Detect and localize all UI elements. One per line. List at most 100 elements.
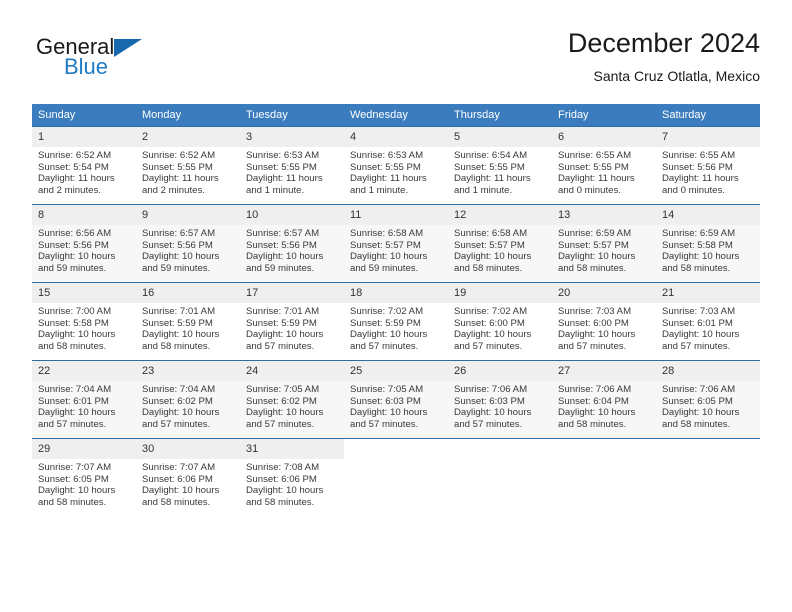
sunset-text: Sunset: 6:03 PM [350, 395, 421, 407]
day-details: Sunrise: 7:02 AM Sunset: 6:00 PM Daylight:… [448, 303, 552, 352]
calendar-day-cell[interactable]: 15 Sunrise: 7:00 AM Sunset: 5:58 PM Dayligh… [32, 282, 136, 361]
calendar-day-cell-empty [656, 438, 760, 517]
day-details: Sunrise: 7:06 AM Sunset: 6:03 PM Daylight:… [448, 381, 552, 430]
brand-logo[interactable]: General Blue [36, 34, 236, 92]
sunset-text: Sunset: 6:00 PM [454, 317, 525, 329]
sunrise-text: Sunrise: 7:03 AM [558, 306, 632, 317]
calendar-day-cell[interactable]: 5 Sunrise: 6:54 AM Sunset: 5:55 PM Daylight… [448, 126, 552, 205]
sunrise-text: Sunrise: 7:07 AM [38, 462, 112, 473]
day-details: Sunrise: 6:59 AM Sunset: 5:57 PM Daylight:… [552, 225, 656, 274]
calendar-day-cell[interactable]: 2 Sunrise: 6:52 AM Sunset: 5:55 PM Daylight… [136, 126, 240, 205]
daylight-text: Daylight: 10 hours and 58 minutes. [558, 407, 636, 430]
brand-flag-icon [114, 39, 142, 57]
day-details: Sunrise: 7:04 AM Sunset: 6:01 PM Daylight:… [32, 381, 136, 430]
sunrise-text: Sunrise: 6:58 AM [350, 228, 424, 239]
calendar-day-cell[interactable]: 7 Sunrise: 6:55 AM Sunset: 5:56 PM Daylight… [656, 126, 760, 205]
calendar-day-cell[interactable]: 18 Sunrise: 7:02 AM Sunset: 5:59 PM Dayligh… [344, 282, 448, 361]
calendar-day-cell[interactable]: 11 Sunrise: 6:58 AM Sunset: 5:57 PM Dayligh… [344, 204, 448, 283]
sunrise-text: Sunrise: 7:05 AM [246, 384, 320, 395]
day-number: 14 [656, 205, 760, 225]
weekday-header-friday: Friday [552, 104, 656, 127]
day-number: 26 [448, 361, 552, 381]
calendar-day-cell-empty [448, 438, 552, 517]
day-details: Sunrise: 7:06 AM Sunset: 6:05 PM Daylight:… [656, 381, 760, 430]
calendar-day-cell[interactable]: 1 Sunrise: 6:52 AM Sunset: 5:54 PM Daylight… [32, 126, 136, 205]
daylight-text: Daylight: 10 hours and 58 minutes. [38, 485, 116, 508]
day-details: Sunrise: 7:01 AM Sunset: 5:59 PM Daylight:… [240, 303, 344, 352]
calendar-day-cell[interactable]: 20 Sunrise: 7:03 AM Sunset: 6:00 PM Dayligh… [552, 282, 656, 361]
calendar-day-cell[interactable]: 24 Sunrise: 7:05 AM Sunset: 6:02 PM Dayligh… [240, 360, 344, 439]
calendar-day-cell[interactable]: 8 Sunrise: 6:56 AM Sunset: 5:56 PM Daylight… [32, 204, 136, 283]
page-header: General Blue December 2024 Santa Cruz Ot… [32, 26, 760, 96]
calendar-day-cell[interactable]: 27 Sunrise: 7:06 AM Sunset: 6:04 PM Dayligh… [552, 360, 656, 439]
calendar-day-cell[interactable]: 16 Sunrise: 7:01 AM Sunset: 5:59 PM Dayligh… [136, 282, 240, 361]
day-details: Sunrise: 6:54 AM Sunset: 5:55 PM Daylight:… [448, 147, 552, 196]
day-number: 3 [240, 127, 344, 147]
calendar-week-row: 22 Sunrise: 7:04 AM Sunset: 6:01 PM Dayligh… [32, 360, 760, 439]
day-details: Sunrise: 7:07 AM Sunset: 6:05 PM Daylight:… [32, 459, 136, 508]
sunrise-text: Sunrise: 7:06 AM [558, 384, 632, 395]
sunset-text: Sunset: 5:55 PM [246, 161, 317, 173]
weekday-header-saturday: Saturday [656, 104, 760, 127]
calendar-day-cell[interactable]: 4 Sunrise: 6:53 AM Sunset: 5:55 PM Daylight… [344, 126, 448, 205]
calendar-day-cell[interactable]: 25 Sunrise: 7:05 AM Sunset: 6:03 PM Dayligh… [344, 360, 448, 439]
sunrise-text: Sunrise: 6:53 AM [350, 150, 424, 161]
calendar-header-row: Sunday Monday Tuesday Wednesday Thursday… [32, 104, 760, 127]
sunrise-text: Sunrise: 7:07 AM [142, 462, 216, 473]
calendar-day-cell[interactable]: 22 Sunrise: 7:04 AM Sunset: 6:01 PM Dayligh… [32, 360, 136, 439]
sunset-text: Sunset: 6:06 PM [246, 473, 317, 485]
sunrise-text: Sunrise: 7:05 AM [350, 384, 424, 395]
sunrise-text: Sunrise: 7:04 AM [38, 384, 112, 395]
sunset-text: Sunset: 6:01 PM [662, 317, 733, 329]
day-details: Sunrise: 6:53 AM Sunset: 5:55 PM Daylight:… [344, 147, 448, 196]
daylight-text: Daylight: 10 hours and 58 minutes. [142, 329, 220, 352]
calendar-day-cell[interactable]: 6 Sunrise: 6:55 AM Sunset: 5:55 PM Daylight… [552, 126, 656, 205]
weekday-header-tuesday: Tuesday [240, 104, 344, 127]
calendar-day-cell[interactable]: 23 Sunrise: 7:04 AM Sunset: 6:02 PM Dayligh… [136, 360, 240, 439]
calendar-day-cell[interactable]: 28 Sunrise: 7:06 AM Sunset: 6:05 PM Dayligh… [656, 360, 760, 439]
day-number: 13 [552, 205, 656, 225]
day-details: Sunrise: 7:03 AM Sunset: 6:01 PM Daylight:… [656, 303, 760, 352]
calendar-day-cell[interactable]: 3 Sunrise: 6:53 AM Sunset: 5:55 PM Daylight… [240, 126, 344, 205]
sunrise-text: Sunrise: 7:01 AM [246, 306, 320, 317]
calendar-day-cell[interactable]: 30 Sunrise: 7:07 AM Sunset: 6:06 PM Dayligh… [136, 438, 240, 517]
daylight-text: Daylight: 10 hours and 57 minutes. [558, 329, 636, 352]
day-number: 7 [656, 127, 760, 147]
calendar-week-row: 29 Sunrise: 7:07 AM Sunset: 6:05 PM Dayligh… [32, 438, 760, 517]
calendar-day-cell[interactable]: 31 Sunrise: 7:08 AM Sunset: 6:06 PM Dayligh… [240, 438, 344, 517]
daylight-text: Daylight: 11 hours and 2 minutes. [142, 173, 219, 196]
calendar-day-cell[interactable]: 10 Sunrise: 6:57 AM Sunset: 5:56 PM Dayligh… [240, 204, 344, 283]
day-details: Sunrise: 7:07 AM Sunset: 6:06 PM Daylight:… [136, 459, 240, 508]
calendar-day-cell[interactable]: 9 Sunrise: 6:57 AM Sunset: 5:56 PM Daylight… [136, 204, 240, 283]
daylight-text: Daylight: 10 hours and 57 minutes. [142, 407, 220, 430]
calendar-day-cell[interactable]: 21 Sunrise: 7:03 AM Sunset: 6:01 PM Dayligh… [656, 282, 760, 361]
sunset-text: Sunset: 6:06 PM [142, 473, 213, 485]
calendar-day-cell[interactable]: 13 Sunrise: 6:59 AM Sunset: 5:57 PM Dayligh… [552, 204, 656, 283]
daylight-text: Daylight: 10 hours and 58 minutes. [454, 251, 532, 274]
sunset-text: Sunset: 5:57 PM [454, 239, 525, 251]
calendar-day-cell[interactable]: 19 Sunrise: 7:02 AM Sunset: 6:00 PM Dayligh… [448, 282, 552, 361]
sunrise-text: Sunrise: 6:57 AM [246, 228, 320, 239]
sunrise-text: Sunrise: 7:04 AM [142, 384, 216, 395]
calendar-day-cell[interactable]: 26 Sunrise: 7:06 AM Sunset: 6:03 PM Dayligh… [448, 360, 552, 439]
sunrise-text: Sunrise: 7:02 AM [454, 306, 528, 317]
calendar-day-cell[interactable]: 12 Sunrise: 6:58 AM Sunset: 5:57 PM Dayligh… [448, 204, 552, 283]
day-number: 28 [656, 361, 760, 381]
day-number: 2 [136, 127, 240, 147]
day-details: Sunrise: 6:59 AM Sunset: 5:58 PM Daylight:… [656, 225, 760, 274]
sunset-text: Sunset: 5:56 PM [142, 239, 213, 251]
calendar-day-cell[interactable]: 14 Sunrise: 6:59 AM Sunset: 5:58 PM Dayligh… [656, 204, 760, 283]
day-number: 21 [656, 283, 760, 303]
sunrise-text: Sunrise: 6:54 AM [454, 150, 528, 161]
sunset-text: Sunset: 6:02 PM [142, 395, 213, 407]
calendar-day-cell[interactable]: 17 Sunrise: 7:01 AM Sunset: 5:59 PM Dayligh… [240, 282, 344, 361]
daylight-text: Daylight: 10 hours and 58 minutes. [662, 407, 740, 430]
title-block: December 2024 Santa Cruz Otlatla, Mexico [568, 26, 760, 86]
sunset-text: Sunset: 5:59 PM [246, 317, 317, 329]
day-details: Sunrise: 6:56 AM Sunset: 5:56 PM Daylight:… [32, 225, 136, 274]
weekday-header-thursday: Thursday [448, 104, 552, 127]
day-details: Sunrise: 7:04 AM Sunset: 6:02 PM Daylight:… [136, 381, 240, 430]
sunrise-text: Sunrise: 6:52 AM [142, 150, 216, 161]
calendar-day-cell[interactable]: 29 Sunrise: 7:07 AM Sunset: 6:05 PM Dayligh… [32, 438, 136, 517]
sunset-text: Sunset: 6:04 PM [558, 395, 629, 407]
